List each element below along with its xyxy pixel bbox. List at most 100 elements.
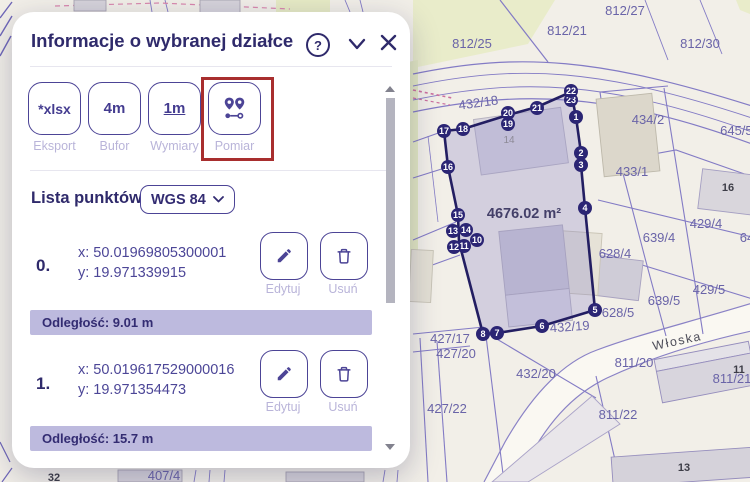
svg-text:4: 4 [582, 203, 587, 213]
edit-point-button[interactable] [260, 232, 308, 280]
delete-button-label: Usuń [313, 400, 373, 414]
parcel-number-label: 639/5 [648, 293, 681, 308]
chevron-down-icon[interactable] [348, 38, 366, 50]
pencil-icon [274, 246, 294, 266]
svg-text:3: 3 [578, 160, 583, 170]
distance-bar: Odległość: 9.01 m [30, 310, 372, 335]
measure-point-marker[interactable]: 15 [451, 208, 465, 222]
parcel-number-label: 811/21 [713, 371, 750, 386]
measure-point-marker[interactable]: 18 [456, 122, 470, 136]
pencil-icon [274, 364, 294, 384]
parcel-number-label: 14 [503, 135, 515, 146]
export-label: Eksport [28, 139, 81, 153]
delete-point-button[interactable] [320, 350, 368, 398]
edit-button-label: Edytuj [253, 282, 313, 296]
measure-point-marker[interactable]: 7 [490, 326, 504, 340]
svg-text:1: 1 [573, 112, 578, 122]
edit-point-button[interactable] [260, 350, 308, 398]
point-coordinates: x: 50.01969805300001 y: 19.971339915 [78, 243, 226, 283]
parcel-number-label: 434/2 [632, 112, 665, 127]
parcel-number-label: 812/27 [605, 3, 645, 18]
measure-point-marker[interactable]: 16 [441, 160, 455, 174]
parcel-number-label: 429/5 [693, 282, 726, 297]
parcel-number-label: 811/20 [615, 355, 654, 370]
point-y: y: 19.971339915 [78, 263, 226, 283]
parcel-number-label: 64 [740, 230, 750, 245]
measure-point-marker[interactable]: 10 [470, 233, 484, 247]
chevron-down-icon [213, 196, 224, 203]
point-index: 0. [36, 256, 50, 276]
measure-point-marker[interactable]: 13 [446, 224, 460, 238]
measure-button[interactable] [208, 82, 261, 135]
parcel-number-label: 432/20 [516, 366, 556, 381]
parcel-number-label: 812/30 [680, 36, 720, 51]
buffer-button[interactable]: 4m [88, 82, 141, 135]
svg-text:10: 10 [472, 235, 482, 245]
svg-text:18: 18 [458, 124, 468, 134]
parcel-number-label: 427/20 [436, 346, 476, 361]
section-divider [30, 170, 392, 171]
parcel-number-label: 628/4 [599, 246, 632, 261]
panel-title: Informacje o wybranej działce [31, 30, 293, 52]
parcel-number-label: 433/1 [616, 164, 649, 179]
measure-point-marker[interactable]: 8 [476, 327, 490, 341]
parcel-number-label: 812/25 [452, 36, 492, 51]
measure-point-marker[interactable]: 6 [535, 319, 549, 333]
scrollbar-down-arrow[interactable] [385, 444, 395, 450]
svg-text:5: 5 [592, 305, 597, 315]
parcel-number-label: 407/4 [148, 468, 181, 482]
scrollbar-up-arrow[interactable] [385, 86, 395, 92]
buffer-label: Bufor [88, 139, 141, 153]
measure-point-marker[interactable]: 22 [564, 84, 578, 98]
measure-point-marker[interactable]: 4 [578, 201, 592, 215]
svg-text:19: 19 [503, 119, 513, 129]
svg-text:21: 21 [532, 103, 542, 113]
distance-bar: Odległość: 15.7 m [30, 426, 372, 451]
measure-point-marker[interactable]: 2 [574, 146, 588, 160]
point-x: x: 50.019617529000016 [78, 360, 234, 380]
measure-point-marker[interactable]: 20 [501, 106, 515, 120]
point-x: x: 50.01969805300001 [78, 243, 226, 263]
parcel-number-label: 639/4 [643, 230, 676, 245]
measure-point-marker[interactable]: 3 [574, 158, 588, 172]
measure-pins-icon [221, 95, 248, 122]
svg-text:12: 12 [449, 242, 459, 252]
delete-point-button[interactable] [320, 232, 368, 280]
parcel-number-label: 427/22 [427, 401, 467, 416]
building-number-label: 13 [678, 462, 690, 474]
help-icon[interactable]: ? [306, 33, 330, 57]
crs-dropdown-value: WGS 84 [151, 192, 206, 208]
crs-dropdown[interactable]: WGS 84 [140, 185, 235, 214]
svg-text:20: 20 [503, 108, 513, 118]
measure-point-marker[interactable]: 1 [569, 110, 583, 124]
close-icon[interactable] [380, 34, 397, 51]
point-coordinates: x: 50.019617529000016 y: 19.971354473 [78, 360, 234, 400]
tools-row: *xlsx Eksport 4m Bufor 1m Wymiary [28, 82, 261, 153]
trash-icon [334, 246, 354, 266]
measure-label: Pomiar [208, 139, 261, 153]
svg-text:6: 6 [539, 321, 544, 331]
dimensions-button[interactable]: 1m [148, 82, 201, 135]
measure-point-marker[interactable]: 5 [588, 303, 602, 317]
building-number-label: 16 [722, 182, 734, 194]
edit-button-label: Edytuj [253, 400, 313, 414]
measure-point-marker[interactable]: 12 [447, 240, 461, 254]
export-button[interactable]: *xlsx [28, 82, 81, 135]
measure-point-marker[interactable]: 14 [459, 223, 473, 237]
point-index: 1. [36, 374, 50, 394]
parcel-number-label: 645/55 [720, 123, 750, 138]
svg-text:13: 13 [448, 226, 458, 236]
measure-point-marker[interactable]: 17 [437, 124, 451, 138]
building-number-label: 32 [48, 472, 60, 482]
parcel-number-label: 427/17 [430, 331, 470, 346]
parcel-number-label: 429/4 [690, 216, 723, 231]
svg-text:22: 22 [566, 86, 576, 96]
measure-point-marker[interactable]: 21 [530, 101, 544, 115]
svg-text:17: 17 [439, 126, 449, 136]
scrollbar-thumb[interactable] [386, 98, 395, 303]
parcel-area-label: 4676.02 m² [487, 206, 561, 222]
parcel-info-panel: Informacje o wybranej działce ? *xlsx Ek… [12, 12, 410, 468]
trash-icon [334, 364, 354, 384]
header-divider [30, 66, 392, 67]
points-list-heading: Lista punktów [31, 189, 142, 208]
